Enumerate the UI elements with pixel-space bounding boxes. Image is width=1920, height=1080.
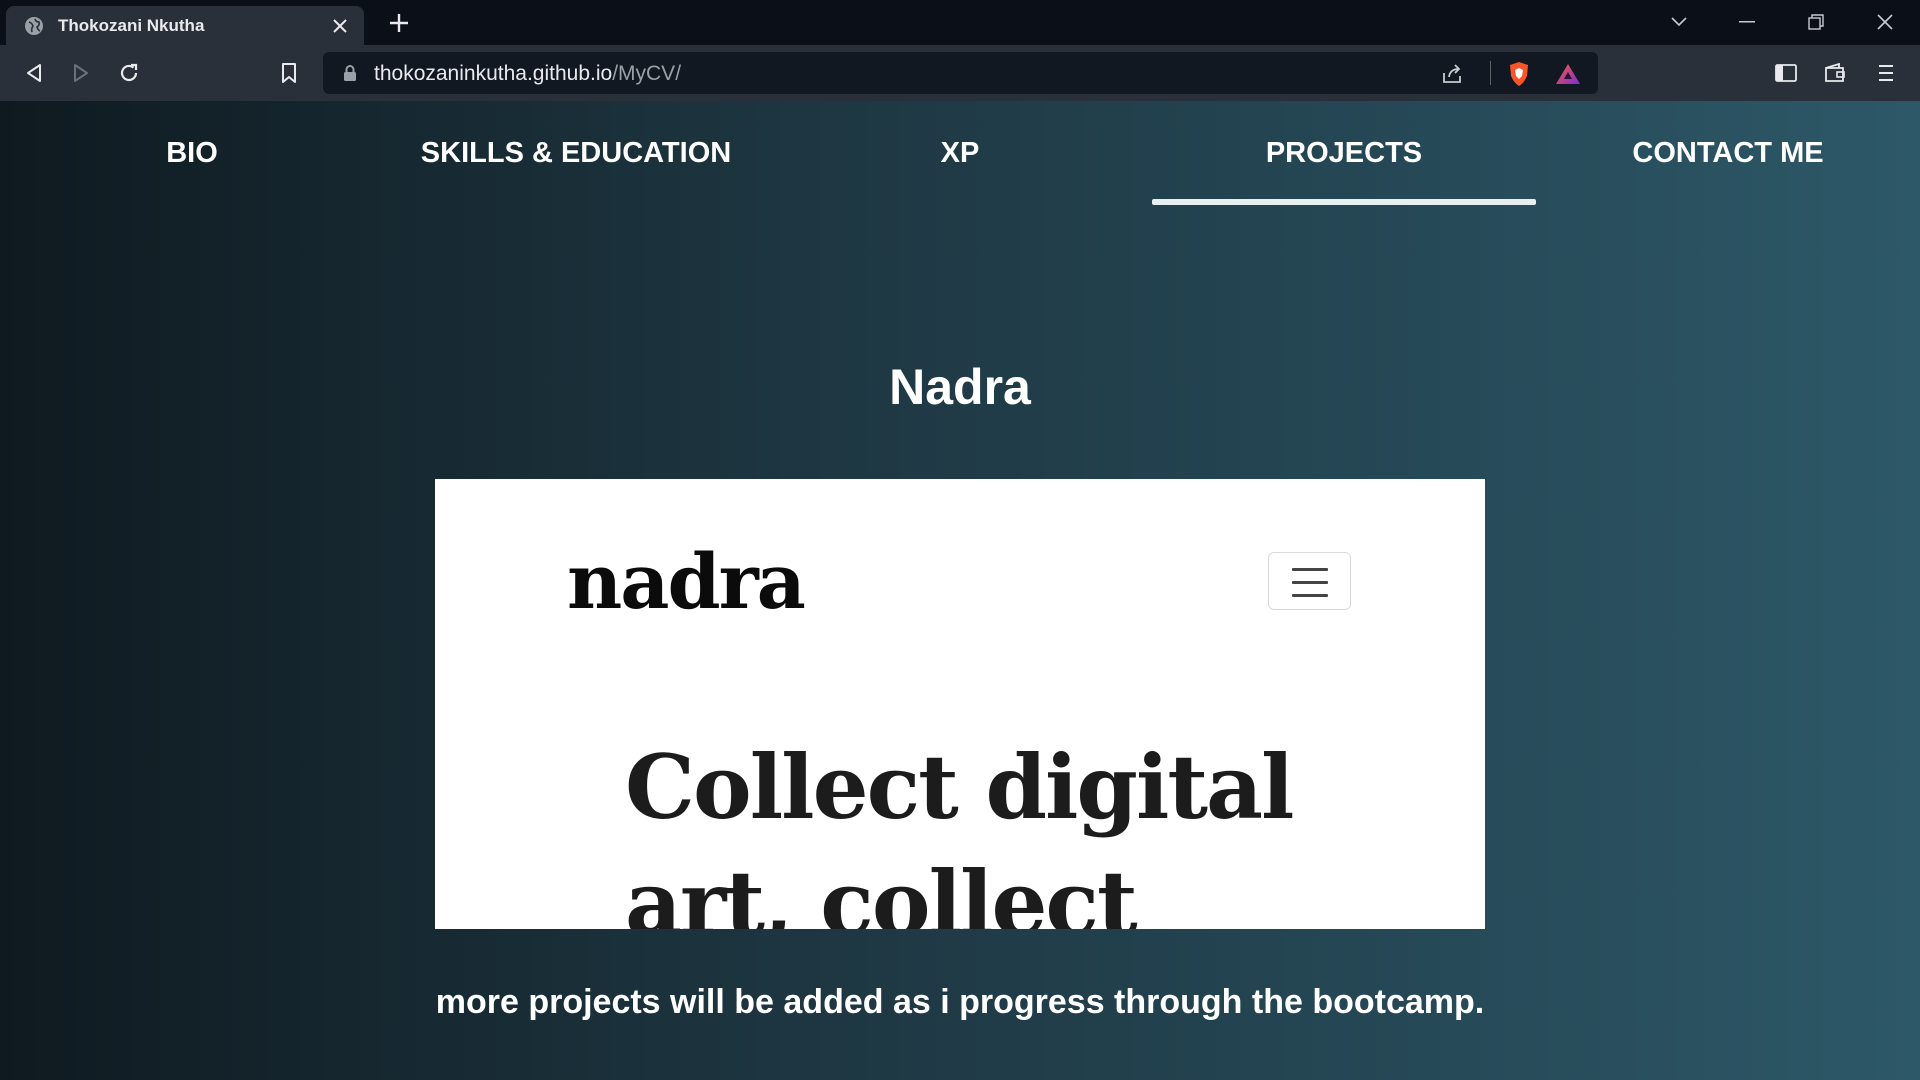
reload-icon[interactable] [113,57,145,89]
wallet-icon[interactable] [1819,57,1851,89]
close-tab-icon[interactable] [328,14,352,38]
hamburger-menu-icon [1268,552,1351,610]
tab-strip: Thokozani Nkutha [0,0,1920,45]
back-icon[interactable] [18,57,50,89]
project-title: Nadra [889,359,1031,415]
active-tab-indicator [1152,199,1536,205]
tab-search-chevron-icon[interactable] [1656,6,1702,38]
restore-icon[interactable] [1793,6,1839,38]
new-tab-icon[interactable] [384,10,414,36]
nav-item-projects[interactable]: PROJECTS [1152,137,1536,177]
preview-hero-text: Collect digital art, collect [625,729,1294,929]
url-host: thokozaninkutha.github.io [374,62,613,85]
page-content: BIO SKILLS & EDUCATION XP PROJECTS CONTA… [0,101,1920,1080]
close-window-icon[interactable] [1862,6,1908,38]
browser-toolbar: thokozaninkutha.github.io/MyCV/ [0,45,1920,101]
preview-hero-line-2: art, collect [625,851,1138,929]
preview-logo: nadra [567,537,806,626]
divider [1490,61,1491,85]
browser-tab[interactable]: Thokozani Nkutha [6,6,364,45]
site-nav: BIO SKILLS & EDUCATION XP PROJECTS CONTA… [0,101,1920,206]
forward-icon[interactable] [65,57,97,89]
nav-item-contact-me[interactable]: CONTACT ME [1536,137,1920,177]
nav-item-bio[interactable]: BIO [0,137,384,177]
preview-hero-line-1: Collect digital [625,735,1294,839]
lock-icon [343,64,359,82]
share-icon[interactable] [1439,61,1465,87]
tab-title: Thokozani Nkutha [58,15,205,35]
project-preview-image[interactable]: nadra Collect digital art, collect [435,479,1485,929]
address-bar[interactable]: thokozaninkutha.github.io/MyCV/ [323,52,1598,94]
projects-note: more projects will be added as i progres… [435,983,1485,1021]
globe-icon [24,16,44,36]
nav-item-skills-education[interactable]: SKILLS & EDUCATION [384,137,768,177]
brave-shields-icon[interactable] [1506,61,1532,87]
brave-rewards-icon[interactable] [1555,61,1581,87]
menu-icon[interactable] [1870,57,1902,89]
url-path: /MyCV/ [612,62,682,85]
url-text[interactable]: thokozaninkutha.github.io/MyCV/ [374,62,681,86]
minimize-icon[interactable] [1724,6,1770,38]
nav-item-xp[interactable]: XP [768,137,1152,177]
sidebar-icon[interactable] [1770,57,1802,89]
bookmark-icon[interactable] [273,57,305,89]
